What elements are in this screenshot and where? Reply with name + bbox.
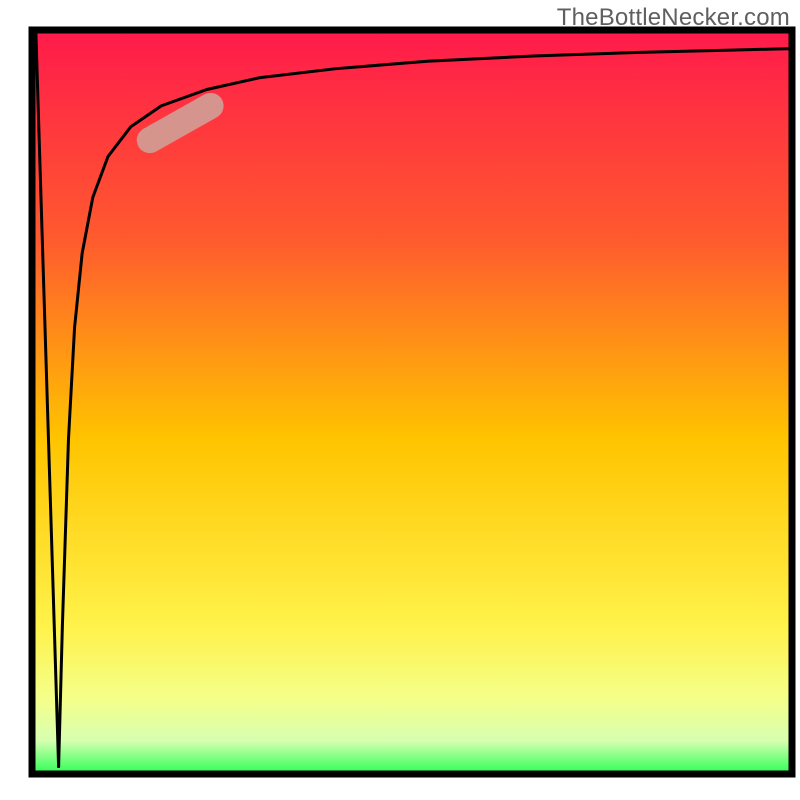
plot-area: [0, 0, 800, 800]
chart-stage: TheBottleNecker.com: [0, 0, 800, 800]
watermark-label: TheBottleNecker.com: [557, 4, 790, 32]
chart-svg: [0, 0, 800, 800]
